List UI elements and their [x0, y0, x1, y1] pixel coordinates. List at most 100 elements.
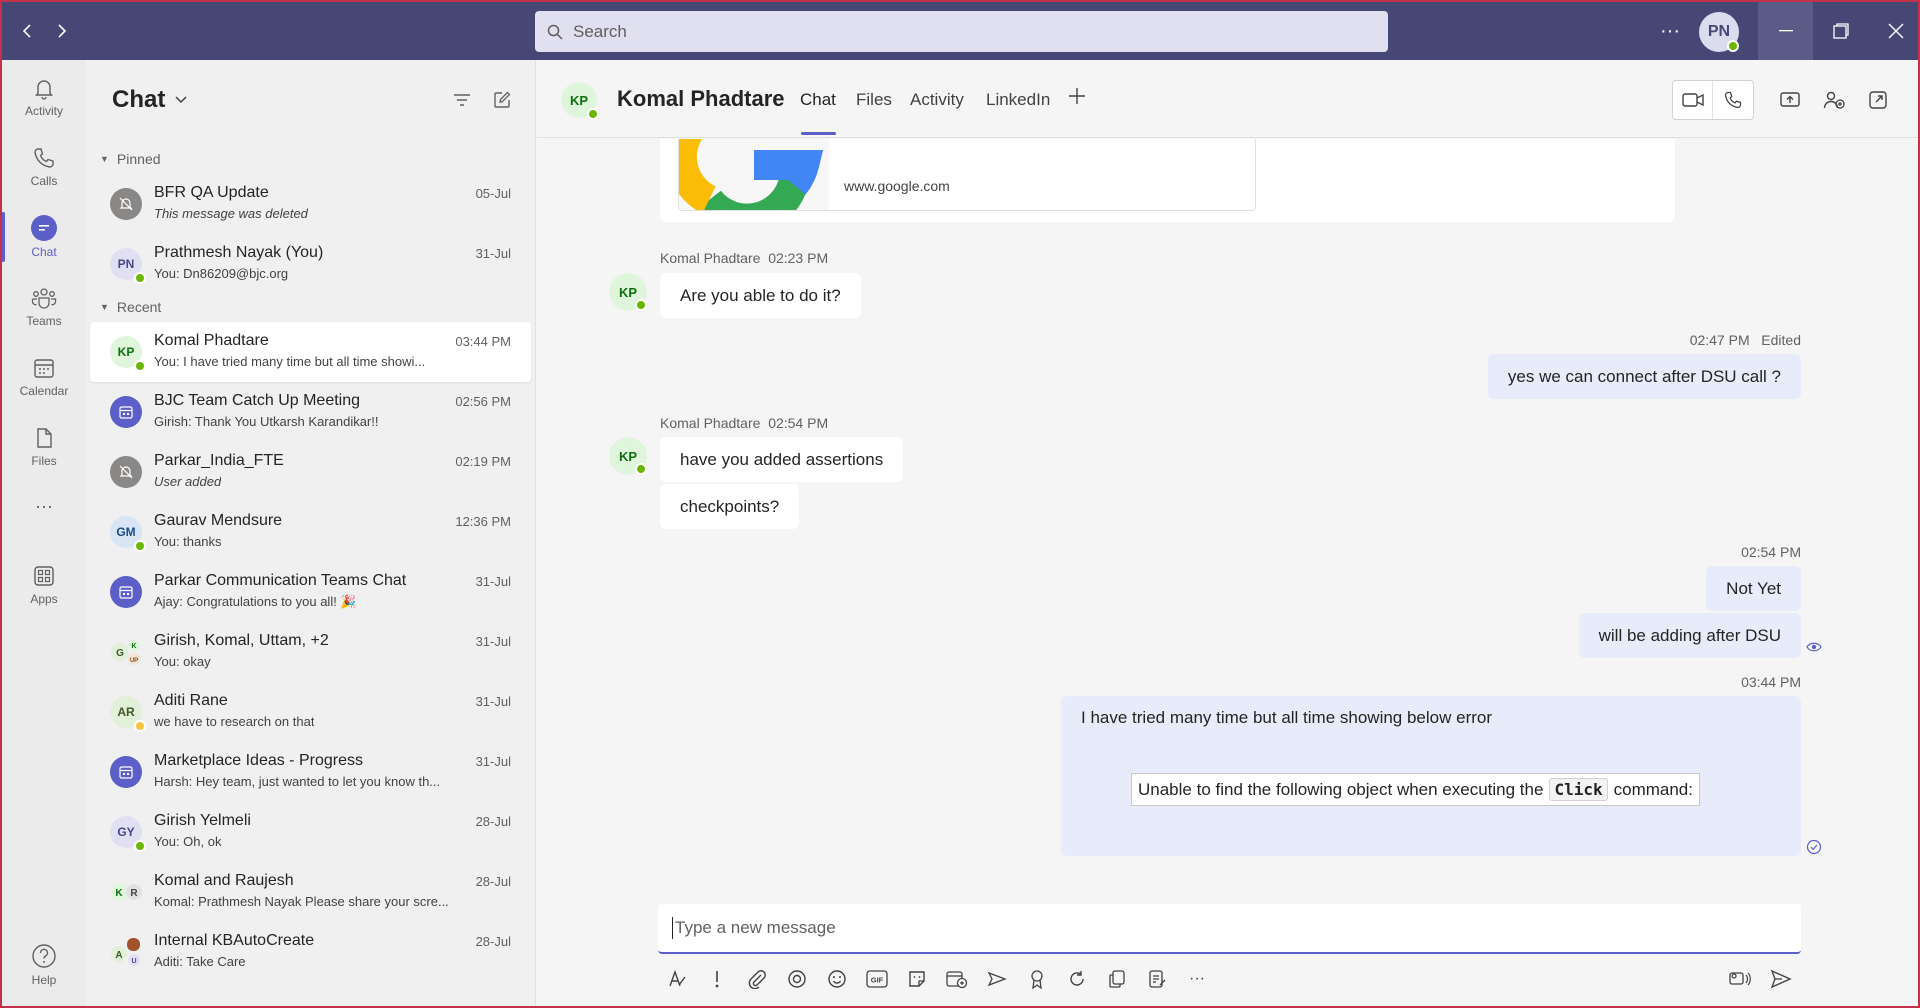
rail-item-teams[interactable]: Teams	[2, 276, 86, 338]
chevron-down-icon[interactable]	[175, 96, 187, 104]
praise-icon[interactable]	[1024, 966, 1050, 992]
pop-out-chat-icon[interactable]	[1866, 88, 1890, 112]
new-chat-icon[interactable]	[490, 88, 514, 112]
audio-call-icon[interactable]	[1713, 81, 1753, 119]
chat-list-header: Chat	[86, 60, 535, 140]
chat-item-komal-and-raujesh[interactable]: KR Komal and Raujesh Komal: Prathmesh Na…	[90, 862, 531, 922]
tab-linkedin[interactable]: LinkedIn	[986, 90, 1050, 110]
chat-item-marketplace-ideas[interactable]: Marketplace Ideas - Progress Harsh: Hey …	[90, 742, 531, 802]
attach-icon[interactable]	[744, 966, 770, 992]
rail-item-calendar[interactable]: Calendar	[2, 346, 86, 408]
minimize-button[interactable]	[1758, 2, 1813, 60]
message-compose-input[interactable]: Type a new message	[658, 904, 1801, 954]
chat-item-komal-phadtare[interactable]: KP Komal Phadtare You: I have tried many…	[90, 322, 531, 382]
message-text: have you added assertions	[680, 449, 884, 469]
chat-item-internal-kbautocreate[interactable]: AU Internal KBAutoCreate Aditi: Take Car…	[90, 922, 531, 982]
error-text-before: Unable to find the following object when…	[1138, 779, 1544, 799]
format-icon[interactable]	[664, 966, 690, 992]
rail-item-activity[interactable]: Activity	[2, 66, 86, 128]
gif-icon[interactable]: GIF	[864, 966, 890, 992]
chat-item-time: 02:19 PM	[455, 454, 511, 469]
recent-section-toggle[interactable]: ▼ Recent	[86, 296, 535, 318]
message-avatar[interactable]: KP	[609, 273, 647, 311]
link-preview-url: www.google.com	[844, 178, 950, 194]
rail-item-files[interactable]: Files	[2, 416, 86, 478]
rail-item-chat[interactable]: Chat	[2, 206, 86, 268]
group-avatar: AU	[110, 936, 142, 968]
add-people-icon[interactable]	[1822, 88, 1846, 112]
schedule-meeting-icon[interactable]	[944, 966, 970, 992]
add-tab-icon[interactable]	[1067, 86, 1087, 106]
presence-available-icon	[134, 540, 146, 552]
chat-item-time: 05-Jul	[475, 186, 511, 201]
link-preview-card[interactable]: www.google.com	[678, 139, 1256, 211]
teams-icon	[31, 288, 57, 309]
sent-check-icon	[1806, 839, 1822, 855]
dictate-icon[interactable]	[1727, 966, 1753, 992]
bell-icon	[35, 80, 53, 100]
chat-item-parkar-communication[interactable]: Parkar Communication Teams Chat Ajay: Co…	[90, 562, 531, 622]
pinned-label: Pinned	[116, 151, 161, 167]
chat-item-girish-yelmeli[interactable]: GY Girish Yelmeli You: Oh, ok 28-Jul	[90, 802, 531, 862]
rail-item-help[interactable]: Help	[2, 934, 86, 996]
filter-icon[interactable]	[450, 88, 474, 112]
user-initials: PN	[1707, 23, 1731, 40]
contact-avatar[interactable]: KP	[561, 82, 599, 120]
chat-item-preview: Girish: Thank You Utkarsh Karandikar!!	[154, 414, 379, 429]
outgoing-message[interactable]: will be adding after DSU	[1578, 613, 1801, 658]
more-apps-button[interactable]: ···	[2, 486, 86, 526]
pinned-section-toggle[interactable]: ▼ Pinned	[86, 148, 535, 170]
video-call-icon[interactable]	[1673, 81, 1713, 119]
sticker-icon[interactable]	[904, 966, 930, 992]
chat-item-bfr-qa-update[interactable]: BFR QA Update This message was deleted 0…	[90, 174, 531, 234]
rail-label: Chat	[31, 245, 57, 259]
tab-files[interactable]: Files	[856, 90, 892, 110]
message-text: checkpoints?	[680, 496, 780, 516]
share-screen-icon[interactable]	[1778, 88, 1802, 112]
chat-item-name: Marketplace Ideas - Progress	[154, 752, 363, 769]
search-input[interactable]: Search	[535, 11, 1388, 52]
svg-text:U: U	[131, 958, 136, 965]
rail-item-apps[interactable]: Apps	[2, 554, 86, 616]
outgoing-message-error[interactable]: I have tried many time but all time show…	[1061, 696, 1801, 856]
message-avatar[interactable]: KP	[609, 437, 647, 475]
back-arrow-icon[interactable]	[12, 16, 42, 46]
chat-item-aditi-rane[interactable]: AR Aditi Rane we have to research on tha…	[90, 682, 531, 742]
important-icon[interactable]	[704, 966, 730, 992]
recent-label: Recent	[116, 299, 162, 315]
tab-chat[interactable]: Chat	[800, 90, 836, 110]
user-avatar[interactable]: PN	[1699, 12, 1739, 52]
more-options-icon[interactable]: ···	[1655, 16, 1685, 46]
chat-item-bjc-team-catch-up[interactable]: BJC Team Catch Up Meeting Girish: Thank …	[90, 382, 531, 442]
send-icon[interactable]	[1768, 966, 1794, 992]
outgoing-message[interactable]: Not Yet	[1706, 566, 1801, 611]
maximize-button[interactable]	[1813, 2, 1868, 60]
rail-item-calls[interactable]: Calls	[2, 136, 86, 198]
svg-text:A: A	[115, 950, 122, 961]
chat-item-prathmesh-nayak[interactable]: PN Prathmesh Nayak (You) You: Dn86209@bj…	[90, 234, 531, 294]
note-icon[interactable]	[1144, 966, 1170, 992]
chat-item-preview: Komal: Prathmesh Nayak Please share your…	[154, 894, 449, 909]
call-button-group	[1672, 80, 1754, 120]
conversation-header: KP Komal Phadtare Chat Files Activity Li…	[537, 60, 1918, 138]
tab-activity[interactable]: Activity	[910, 90, 964, 110]
chat-item-time: 31-Jul	[475, 754, 511, 769]
loop-icon[interactable]	[784, 966, 810, 992]
incoming-message[interactable]: Are you able to do it?	[660, 273, 861, 318]
chat-item-name: BFR QA Update	[154, 184, 269, 201]
more-actions-icon[interactable]: ···	[1184, 966, 1210, 992]
outgoing-message[interactable]: yes we can connect after DSU call ?	[1487, 354, 1801, 399]
stream-icon[interactable]	[984, 966, 1010, 992]
copy-icon[interactable]	[1104, 966, 1130, 992]
close-button[interactable]	[1868, 2, 1920, 60]
chat-item-group-girish-komal-uttam[interactable]: G K UP Girish, Komal, Uttam, +2 You: okay …	[90, 622, 531, 682]
chat-item-preview: You: I have tried many time but all time…	[154, 354, 426, 369]
chat-item-parkar-india-fte[interactable]: Parkar_India_FTE User added 02:19 PM	[90, 442, 531, 502]
emoji-icon[interactable]	[824, 966, 850, 992]
refresh-icon[interactable]	[1064, 966, 1090, 992]
chat-item-gaurav-mendsure[interactable]: GM Gaurav Mendsure You: thanks 12:36 PM	[90, 502, 531, 562]
chat-item-preview: You: Dn86209@bjc.org	[154, 266, 289, 281]
incoming-message[interactable]: have you added assertions	[660, 437, 904, 482]
incoming-message[interactable]: checkpoints?	[660, 484, 800, 529]
forward-arrow-icon[interactable]	[47, 16, 77, 46]
